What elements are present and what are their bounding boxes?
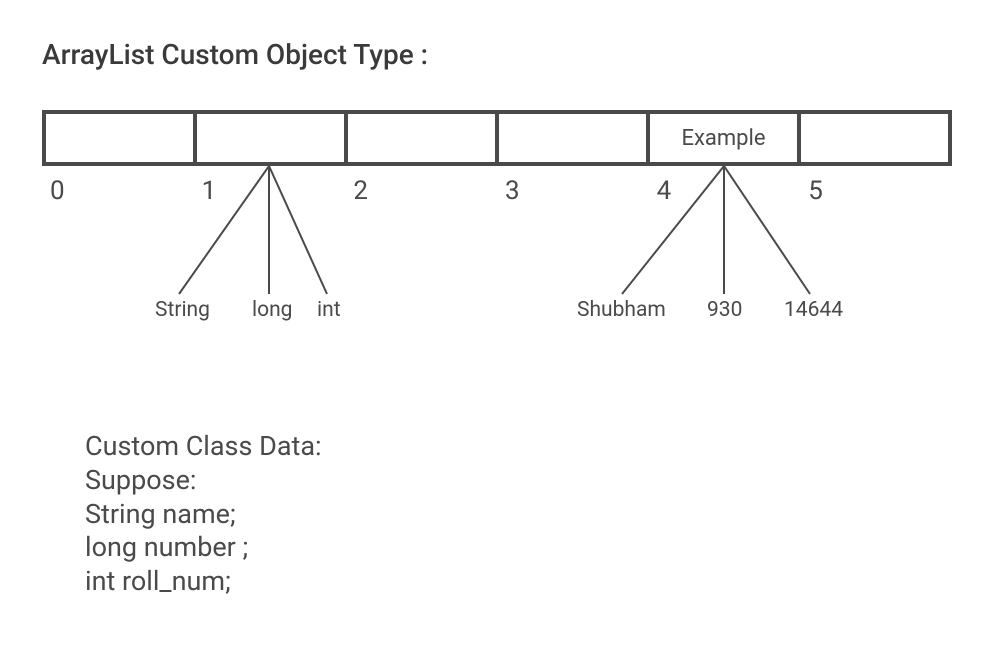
branch-label-long: long bbox=[252, 298, 292, 322]
array-indices: 0 1 2 3 4 5 bbox=[42, 170, 952, 206]
class-data-line-2: Suppose: bbox=[85, 464, 322, 498]
branch-labels: String long int Shubham 930 14644 bbox=[42, 298, 952, 328]
index-0: 0 bbox=[42, 170, 194, 206]
array-cell-4: Example bbox=[646, 110, 797, 166]
array-cell-2 bbox=[344, 110, 495, 166]
branch-label-930: 930 bbox=[707, 298, 742, 322]
index-1: 1 bbox=[194, 170, 346, 206]
branch-label-shubham: Shubham bbox=[577, 298, 666, 322]
array-cell-1 bbox=[193, 110, 344, 166]
class-data-line-4: long number ; bbox=[85, 531, 322, 565]
array-cell-3 bbox=[495, 110, 646, 166]
class-data-line-1: Custom Class Data: bbox=[85, 430, 322, 464]
index-5: 5 bbox=[800, 170, 952, 206]
array-cell-0 bbox=[42, 110, 193, 166]
class-data-line-3: String name; bbox=[85, 498, 322, 532]
array-list: Example bbox=[42, 110, 952, 166]
branch-label-int: int bbox=[317, 298, 341, 322]
branch-label-string: String bbox=[155, 298, 210, 322]
class-data-line-5: int roll_num; bbox=[85, 565, 322, 599]
diagram-title: ArrayList Custom Object Type : bbox=[42, 38, 428, 71]
branch-label-14644: 14644 bbox=[784, 298, 843, 322]
array-cell-5 bbox=[797, 110, 952, 166]
index-2: 2 bbox=[345, 170, 497, 206]
index-4: 4 bbox=[649, 170, 801, 206]
class-data-block: Custom Class Data: Suppose: String name;… bbox=[85, 430, 322, 599]
index-3: 3 bbox=[497, 170, 649, 206]
